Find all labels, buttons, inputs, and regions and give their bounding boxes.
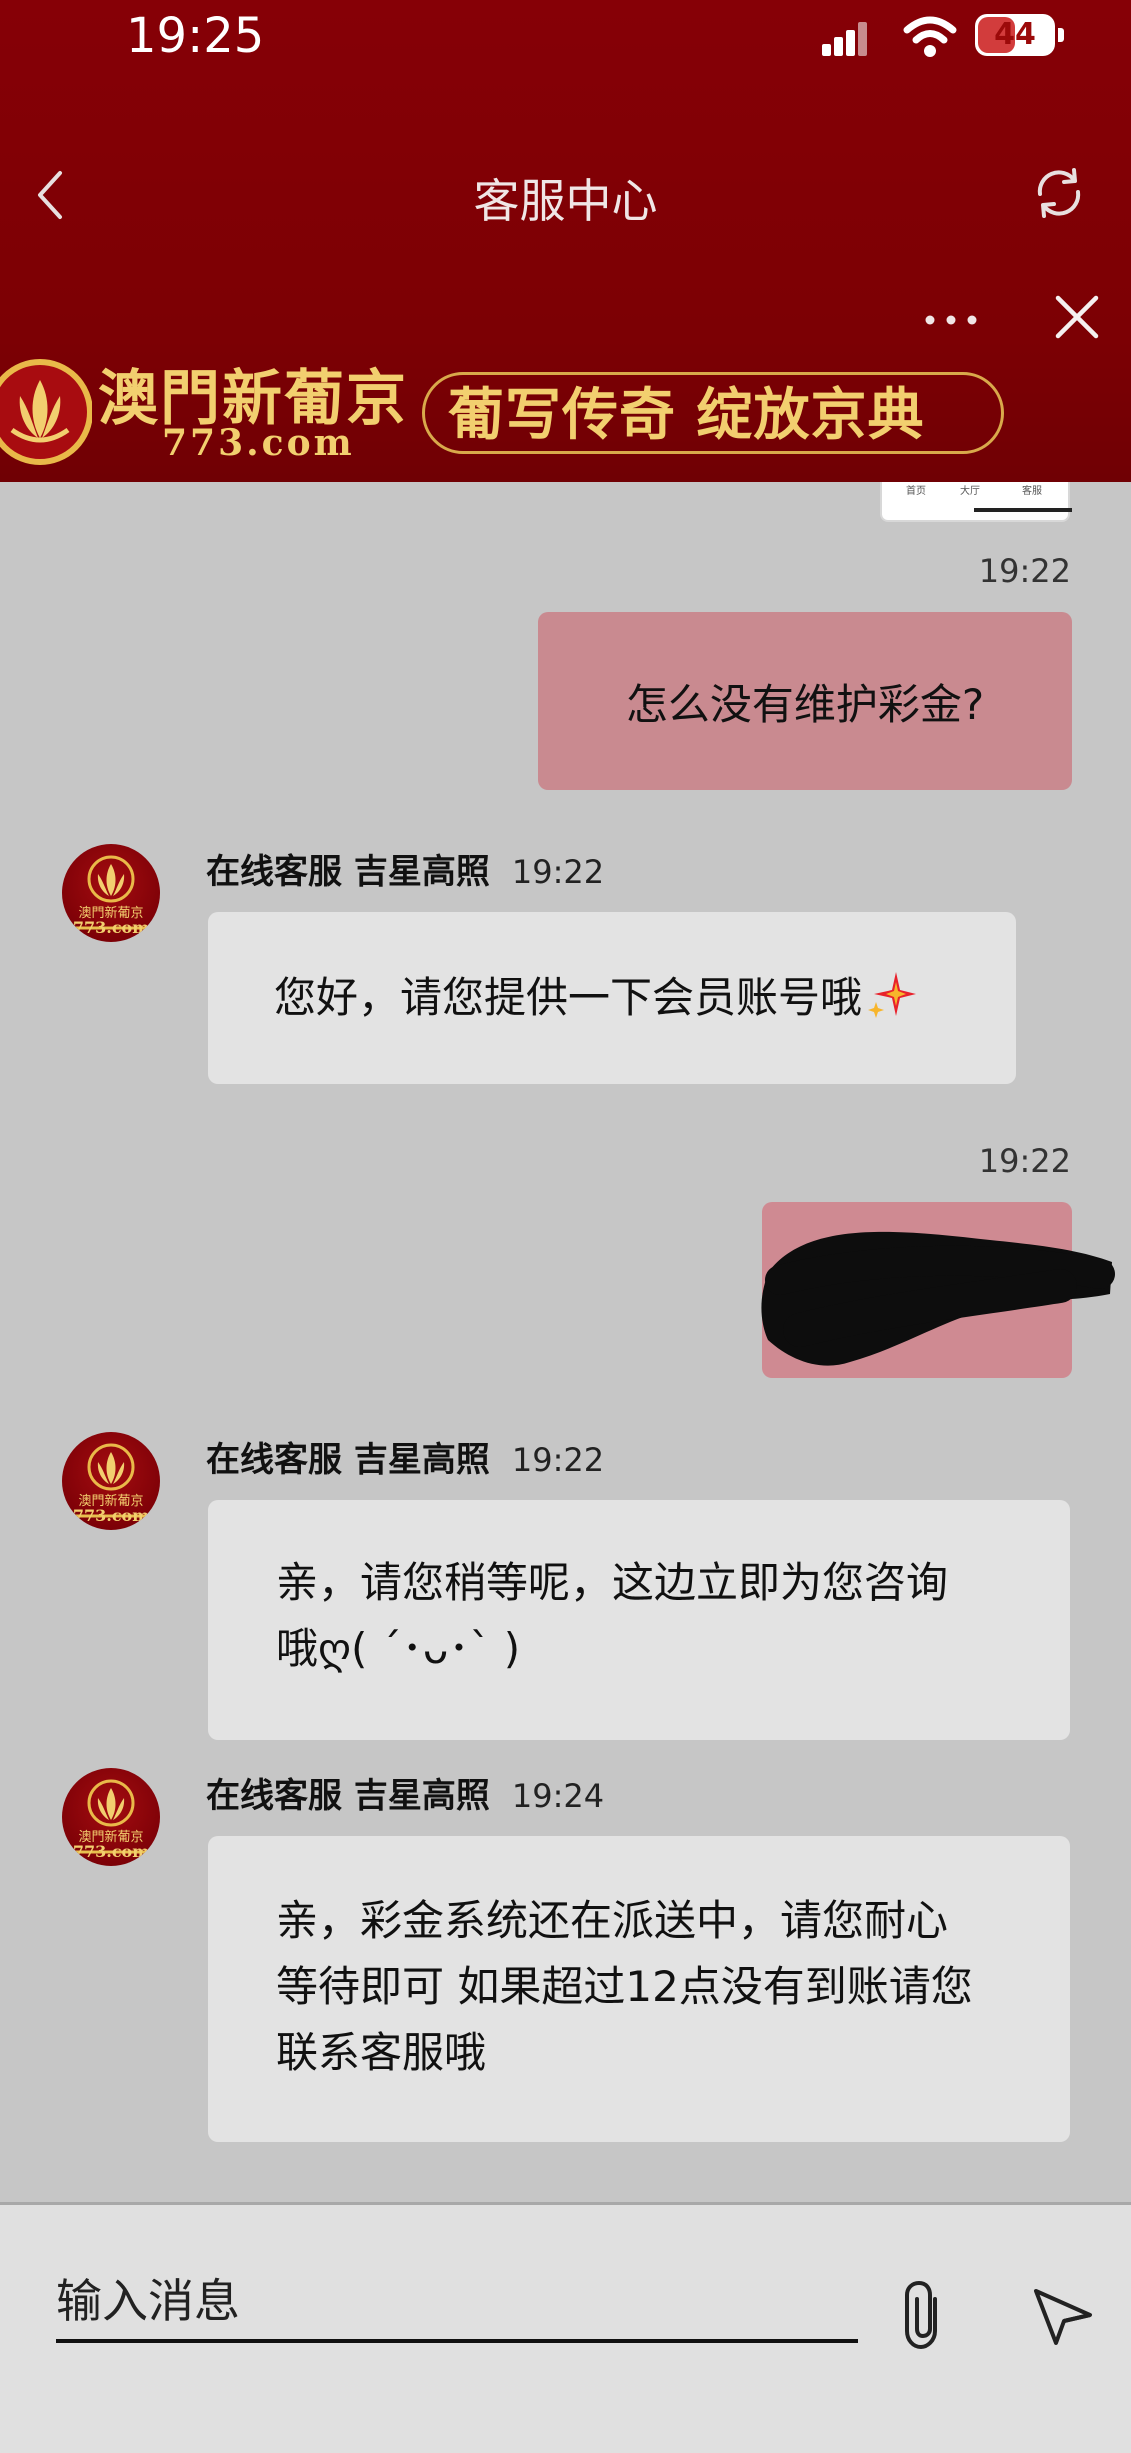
outgoing-message[interactable]: 怎么没有维护彩金? bbox=[538, 612, 1072, 790]
chat-list[interactable]: 首页 大厅 客服 19:22 怎么没有维护彩金? 澳門新葡京 773.com 在… bbox=[0, 482, 1131, 2202]
avatar-url: 773.com bbox=[62, 1842, 160, 1861]
sender-line: 在线客服 吉星高照 19:22 bbox=[206, 1432, 604, 1481]
incoming-message[interactable]: 亲，彩金系统还在派送中，请您耐心 等待即可 如果超过12点没有到账请您 联系客服… bbox=[208, 1836, 1070, 2142]
avatar-url: 773.com bbox=[62, 1506, 160, 1525]
avatar[interactable]: 澳門新葡京 773.com bbox=[62, 1432, 160, 1530]
sender-name: 在线客服 吉星高照 bbox=[206, 1440, 490, 1480]
prev-tab-lobby: 大厅 bbox=[960, 486, 980, 497]
prev-tab-home: 首页 bbox=[906, 486, 926, 497]
brand-url: 773.com bbox=[162, 422, 355, 464]
close-icon[interactable] bbox=[1052, 292, 1102, 342]
incoming-message[interactable]: 您好，请您提供一下会员账号哦 bbox=[208, 912, 1016, 1084]
sender-name: 在线客服 吉星高照 bbox=[206, 852, 490, 892]
lotus-logo-icon bbox=[87, 855, 135, 903]
message-time: 19:24 bbox=[511, 1777, 605, 1815]
sparkles-icon bbox=[868, 972, 917, 1018]
lotus-logo-icon bbox=[87, 1779, 135, 1827]
outgoing-message-redacted[interactable] bbox=[761, 1202, 1115, 1378]
battery-icon: 44 bbox=[975, 14, 1055, 56]
redaction-scribble bbox=[761, 1231, 1115, 1366]
status-time: 19:25 bbox=[126, 8, 265, 64]
avatar[interactable]: 澳門新葡京 773.com bbox=[62, 844, 160, 942]
refresh-icon[interactable] bbox=[1030, 164, 1088, 222]
message-text: 怎么没有维护彩金? bbox=[625, 679, 985, 729]
message-line: 哦ღ( ´･ᴗ･` ) bbox=[276, 1624, 521, 1673]
previous-image-message[interactable]: 首页 大厅 客服 bbox=[880, 482, 1072, 522]
message-line: 联系客服哦 bbox=[276, 2028, 487, 2077]
battery-level: 44 bbox=[994, 17, 1036, 52]
header: 19:25 44 客服中心 澳門新葡京 773.com 葡写传奇 绽放京典 bbox=[0, 0, 1131, 482]
message-time: 19:22 bbox=[978, 552, 1071, 590]
page-title: 客服中心 bbox=[473, 174, 658, 228]
sender-name: 在线客服 吉星高照 bbox=[206, 1776, 490, 1816]
message-time: 19:22 bbox=[511, 1441, 605, 1479]
more-horizontal-icon[interactable] bbox=[922, 298, 980, 342]
message-line: 等待即可 如果超过12点没有到账请您 bbox=[276, 1962, 973, 2011]
lotus-logo-icon bbox=[87, 1443, 135, 1491]
prev-tab-service: 客服 bbox=[1022, 486, 1042, 497]
avatar[interactable]: 澳門新葡京 773.com bbox=[62, 1768, 160, 1866]
signal-icon bbox=[822, 22, 868, 56]
message-input[interactable] bbox=[56, 2263, 858, 2343]
message-line: 亲，请您稍等呢，这边立即为您咨询 bbox=[276, 1558, 949, 1607]
wifi-icon bbox=[903, 16, 957, 57]
sender-line: 在线客服 吉星高照 19:24 bbox=[206, 1768, 604, 1817]
message-composer bbox=[0, 2202, 1131, 2453]
message-time: 19:22 bbox=[978, 1142, 1071, 1180]
incoming-message[interactable]: 亲，请您稍等呢，这边立即为您咨询 哦ღ( ´･ᴗ･` ) bbox=[208, 1500, 1070, 1740]
message-time: 19:22 bbox=[511, 853, 605, 891]
sender-line: 在线客服 吉星高照 19:22 bbox=[206, 844, 604, 893]
lotus-logo-icon bbox=[0, 359, 92, 465]
message-line: 亲，彩金系统还在派送中，请您耐心 bbox=[276, 1896, 949, 1945]
avatar-url: 773.com bbox=[62, 918, 160, 937]
banner-slogan: 葡写传奇 绽放京典 bbox=[448, 382, 925, 448]
paperclip-icon[interactable] bbox=[895, 2277, 955, 2353]
message-text: 您好，请您提供一下会员账号哦 bbox=[274, 973, 863, 1022]
send-icon[interactable] bbox=[1030, 2281, 1096, 2347]
